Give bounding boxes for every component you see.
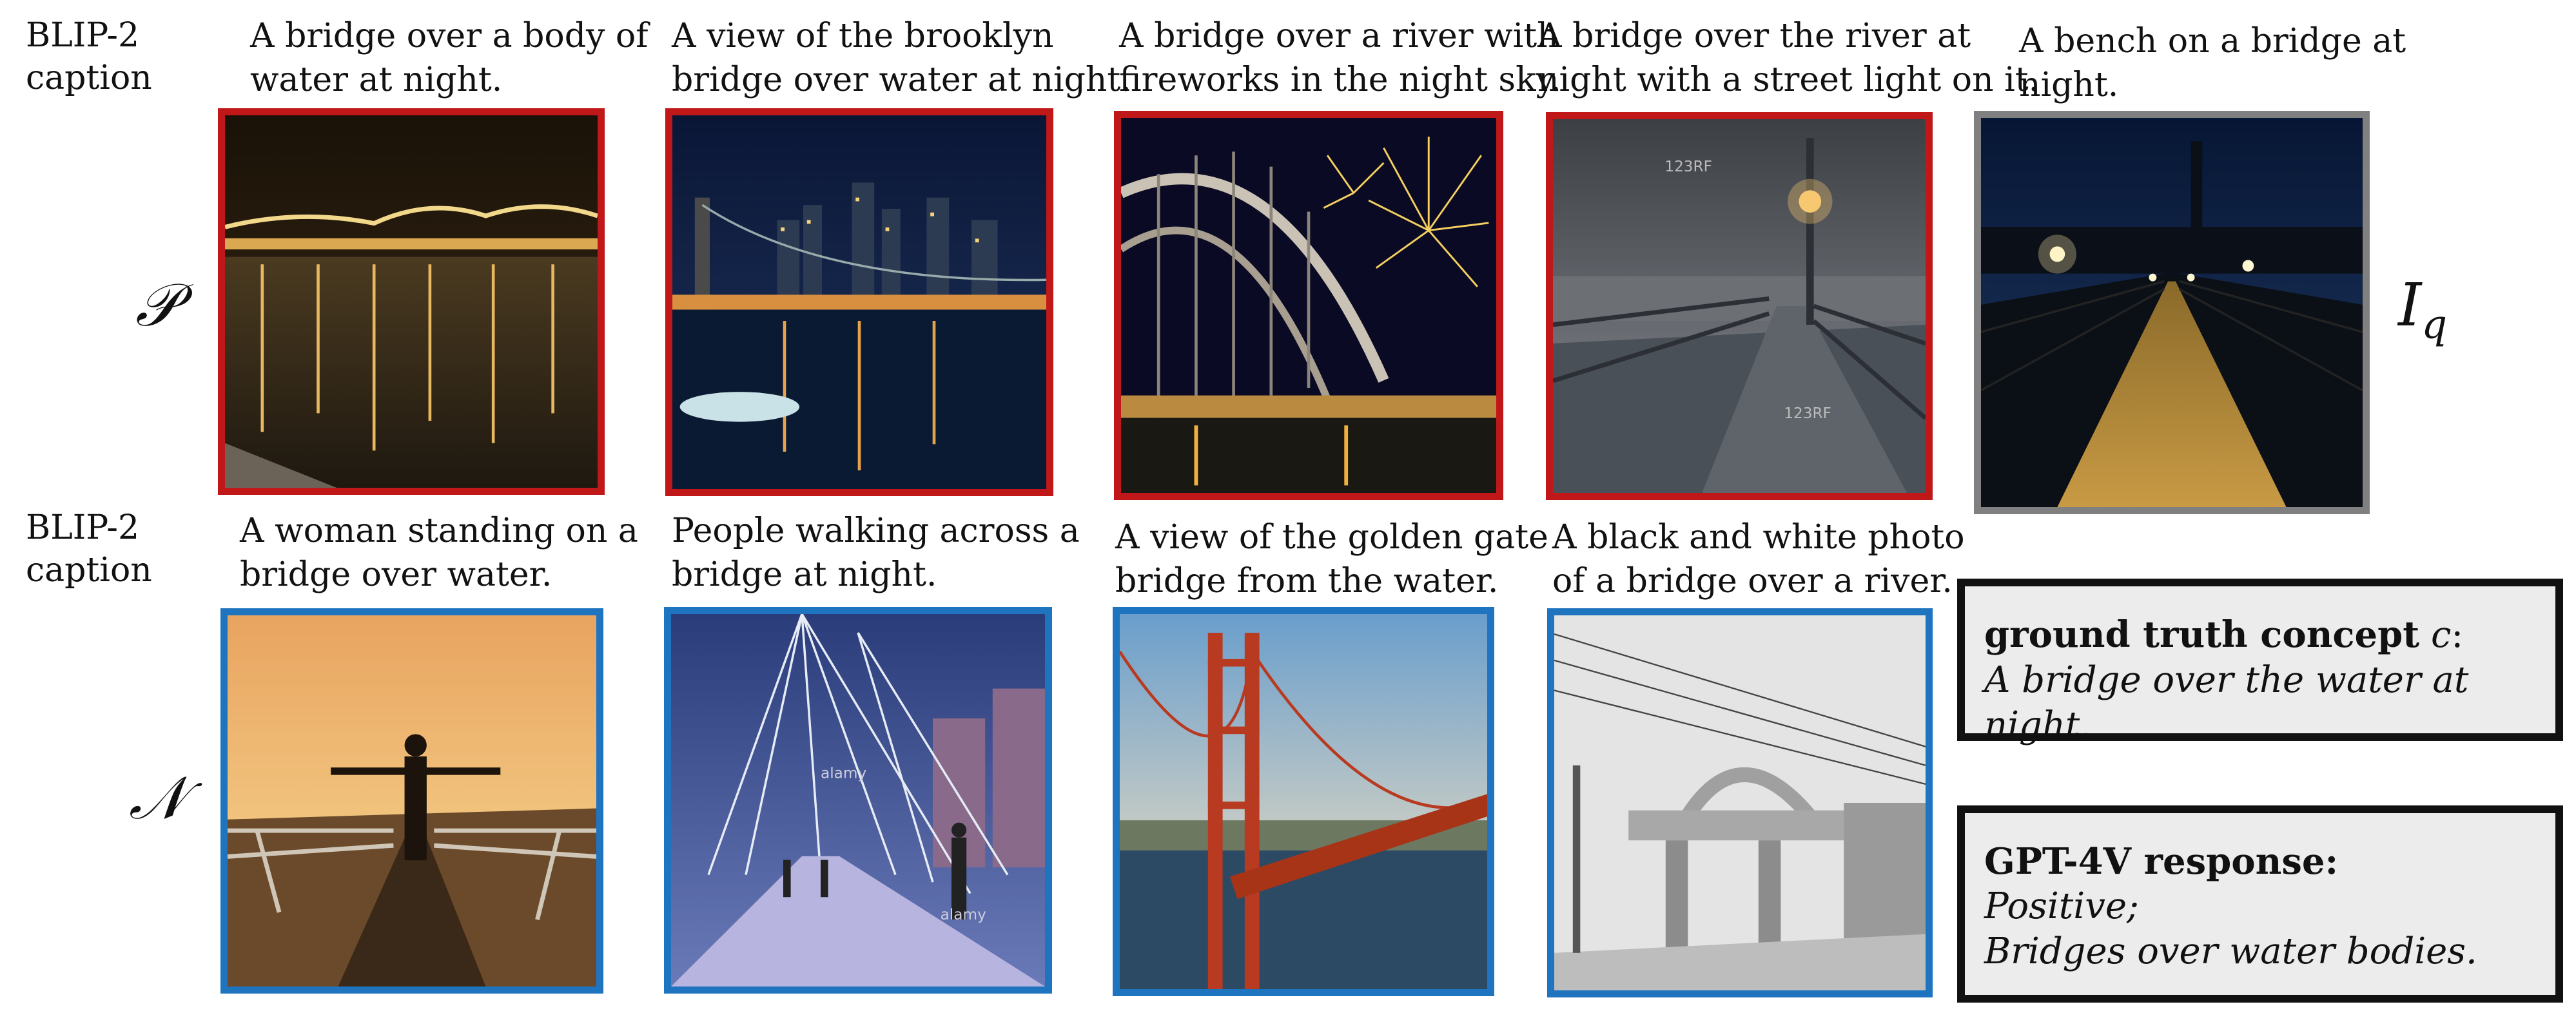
row-label-bottom: BLIP-2 caption <box>26 508 152 590</box>
watermark-text: 123RF <box>1664 159 1712 175</box>
concept-text: A bridge over the water at night. <box>1984 659 2469 746</box>
positive-caption-1: A bridge over a body of water at night. <box>250 17 649 99</box>
watermark-text: alamy <box>941 907 986 923</box>
positive-caption-2: A view of the brooklyn bridge over water… <box>672 17 1131 99</box>
query-caption: A bench on a bridge at night. <box>2019 22 2406 104</box>
gpt-response-line1: Positive; <box>1984 885 2139 927</box>
positive-image-3 <box>1114 111 1503 500</box>
negative-caption-1: A woman standing on a bridge over water. <box>240 512 638 594</box>
negative-caption-2: People walking across a bridge at night. <box>672 512 1080 594</box>
gpt-response-title: GPT-4V response: <box>1984 840 2339 883</box>
negative-image-4 <box>1547 608 1933 997</box>
gpt-response-line2: Bridges over water bodies. <box>1984 930 2477 972</box>
gpt-response-box: GPT-4V response: Positive; Bridges over … <box>1957 805 2563 1003</box>
positive-image-1 <box>218 108 605 495</box>
negative-image-2: alamy alamy <box>664 607 1052 994</box>
negative-set-symbol: 𝒩 <box>129 764 186 832</box>
positive-caption-4: A bridge over the river at night with a … <box>1537 17 2040 99</box>
watermark-text: alamy <box>821 765 866 782</box>
concept-colon: : <box>2451 614 2464 656</box>
positive-set-symbol: 𝒫 <box>135 271 179 340</box>
watermark-text: 123RF <box>1784 405 1831 422</box>
negative-caption-4: A black and white photo of a bridge over… <box>1552 518 1965 601</box>
row-label-top: BLIP-2 caption <box>26 16 152 97</box>
negative-image-3 <box>1113 607 1494 996</box>
negative-caption-3: A view of the golden gate bridge from th… <box>1115 518 1548 601</box>
positive-image-4: 123RF 123RF <box>1546 112 1933 500</box>
negative-image-1 <box>220 608 603 994</box>
query-image-symbol: Iq <box>2398 271 2447 347</box>
ground-truth-concept-box: ground truth concept c: A bridge over th… <box>1957 579 2563 746</box>
concept-title-line: ground truth concept c: <box>1984 612 2536 658</box>
positive-caption-3: A bridge over a river with fireworks in … <box>1119 17 1561 99</box>
query-symbol-main: I <box>2398 271 2422 340</box>
concept-variable: c <box>2430 614 2452 656</box>
positive-image-2 <box>665 108 1053 496</box>
concept-title: ground truth concept <box>1984 613 2420 656</box>
query-symbol-sub: q <box>2421 300 2448 348</box>
query-image <box>1974 111 2370 514</box>
